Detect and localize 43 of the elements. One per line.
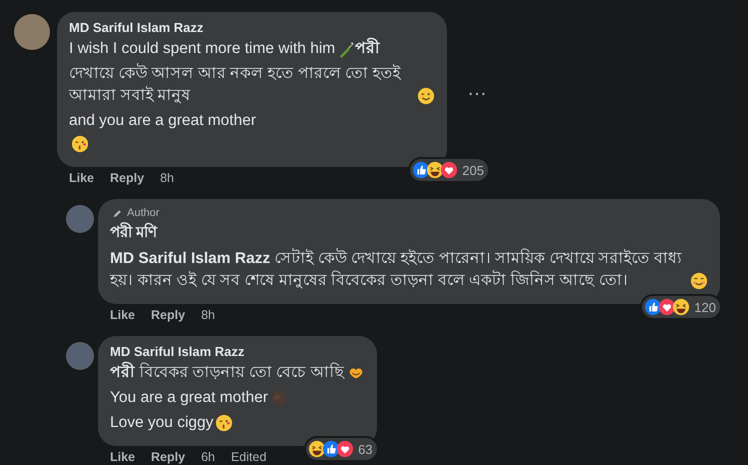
comment-text: MD Sariful Islam Razz সেটাই কেউ দেখায়ে হইতে পারেনা। সাময়িক দেখায়ে সরাইতে বাধ্য হয়। কারন ওই যে সব শেষে মানুষের বিবেকের তাড়না বলে একটা জিনিস আছে তো।: [110, 248, 683, 291]
author-label: Author: [127, 207, 160, 219]
avatar-photo[interactable]: [14, 14, 50, 50]
heart-reaction-icon: [658, 298, 676, 316]
like-reaction-icon: [322, 440, 340, 458]
reply-link[interactable]: Reply: [151, 450, 186, 464]
timestamp[interactable]: 8h: [201, 308, 215, 322]
more-options-button[interactable]: …: [467, 78, 488, 101]
winking-face-icon: [417, 87, 435, 105]
avatar-photo[interactable]: [66, 205, 94, 233]
smiling-face-icon: [690, 272, 708, 290]
heart-reaction-icon: [336, 440, 354, 458]
like-reaction-icon: [412, 161, 430, 179]
reaction-count[interactable]: 205: [410, 159, 488, 181]
like-link[interactable]: Like: [69, 171, 94, 185]
reaction-count[interactable]: 120: [642, 296, 720, 318]
edited-label: Edited: [230, 450, 266, 464]
pencil-icon: [112, 208, 123, 218]
like-reaction-icon: [644, 298, 662, 316]
kissing-face-icon: [71, 135, 89, 153]
avatar-photo[interactable]: [66, 342, 94, 370]
like-link[interactable]: Like: [110, 308, 136, 322]
comment-text: I wish I could spent more time with him: [69, 39, 336, 59]
timestamp[interactable]: 6h: [201, 450, 215, 464]
author-name[interactable]: MD Sariful Islam Razz: [69, 20, 435, 35]
timestamp[interactable]: 8h: [160, 171, 174, 185]
reaction-count[interactable]: 63: [306, 438, 377, 460]
laughing-reaction-icon: [426, 161, 444, 179]
mention-text: পরী: [355, 38, 380, 60]
bottle-icon: [337, 40, 356, 58]
author-name[interactable]: পরী মণি: [110, 220, 708, 245]
comment-text: and you are a great mother: [69, 111, 256, 131]
author-name[interactable]: MD Sariful Islam Razz: [110, 344, 365, 359]
like-link[interactable]: Like: [110, 450, 136, 464]
laughing-reaction-icon: [308, 440, 326, 458]
comment-text: You are a great mother: [110, 388, 268, 408]
kissing-face-icon: [215, 414, 234, 432]
comment-text: Love you ciggy: [110, 413, 214, 433]
reply-link[interactable]: Reply: [110, 171, 144, 185]
reply-link[interactable]: Reply: [151, 308, 186, 322]
laughing-reaction-icon: [672, 298, 690, 316]
comment-text: পরী বিবেকর তাড়নায় তো বেচে আছি: [110, 362, 345, 384]
heart-reaction-icon: [440, 161, 458, 179]
